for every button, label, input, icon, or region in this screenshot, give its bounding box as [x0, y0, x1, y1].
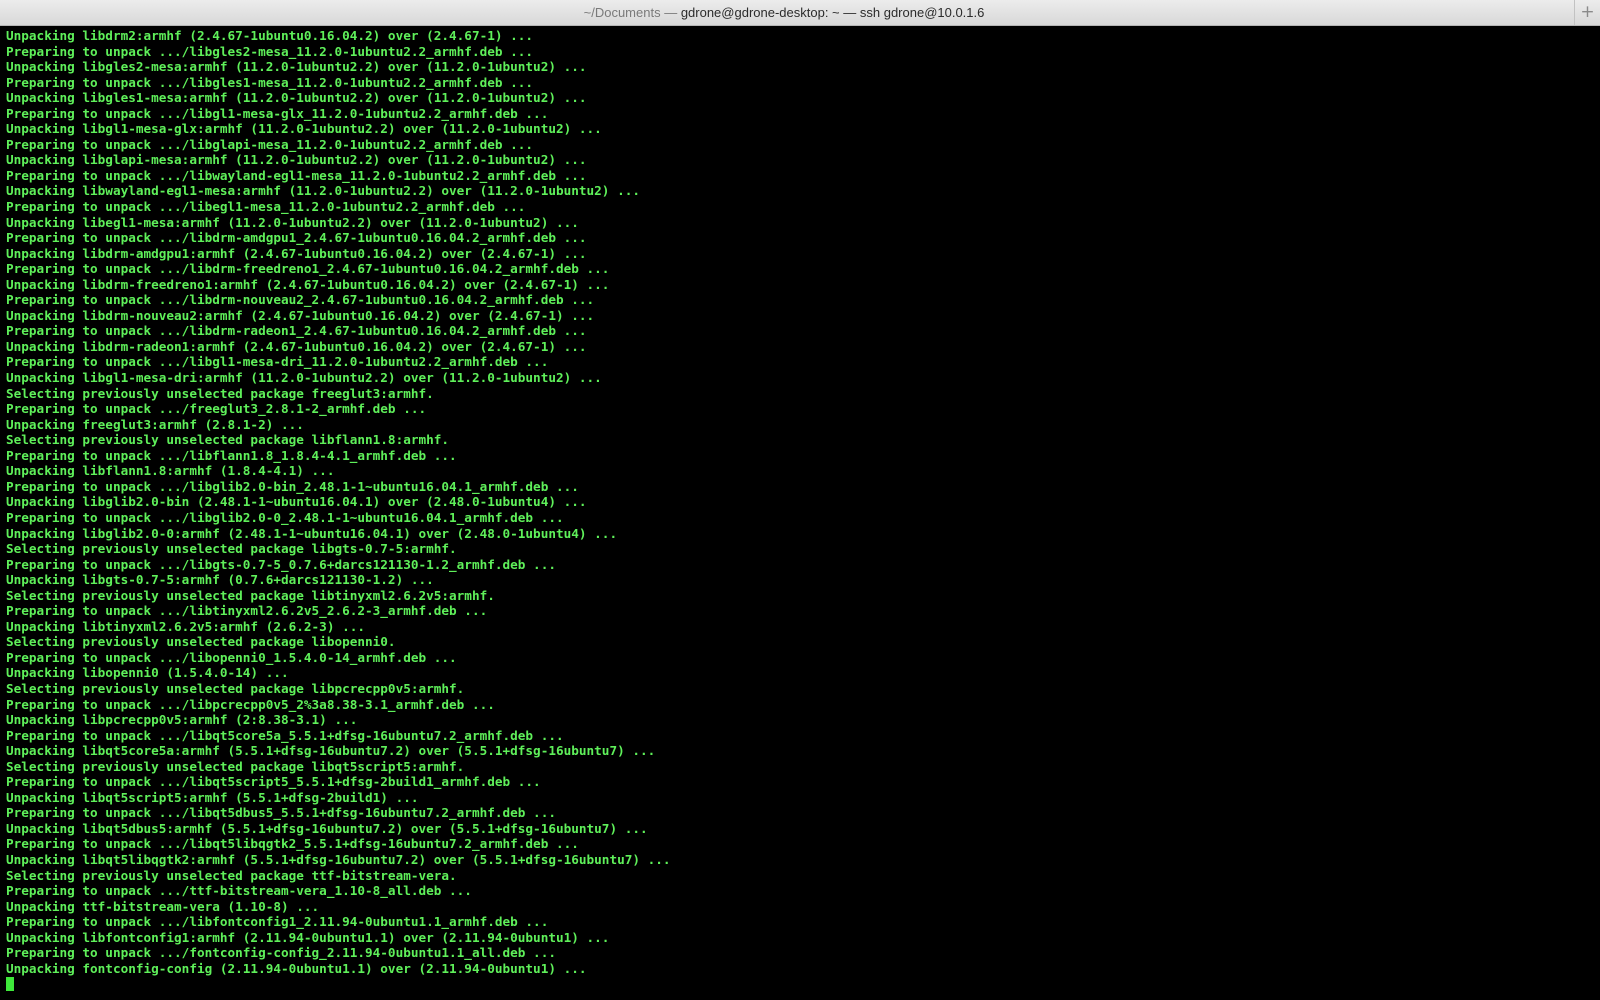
- terminal-line: Unpacking libdrm2:armhf (2.4.67-1ubuntu0…: [6, 28, 534, 43]
- terminal-output[interactable]: Unpacking libdrm2:armhf (2.4.67-1ubuntu0…: [6, 28, 1596, 996]
- terminal-line: Preparing to unpack .../libdrm-radeon1_2…: [6, 323, 587, 339]
- text-cursor: [6, 977, 14, 992]
- terminal-line: Preparing to unpack .../libdrm-freedreno…: [6, 261, 610, 277]
- terminal-line: Unpacking libqt5dbus5:armhf (5.5.1+dfsg-…: [6, 820, 648, 836]
- terminal-line: Preparing to unpack .../libopenni0_1.5.4…: [6, 649, 457, 665]
- terminal-line: Unpacking libdrm-radeon1:armhf (2.4.67-1…: [6, 338, 587, 354]
- terminal-lines: Unpacking libdrm2:armhf (2.4.67-1ubuntu0…: [6, 28, 1596, 976]
- terminal-line: Preparing to unpack .../ttf-bitstream-ve…: [6, 883, 472, 899]
- terminal-line: Preparing to unpack .../libgles1-mesa_11…: [6, 74, 534, 90]
- terminal-line: Preparing to unpack .../libqt5dbus5_5.5.…: [6, 805, 556, 821]
- terminal-line: Unpacking ttf-bitstream-vera (1.10-8) ..…: [6, 898, 320, 914]
- terminal-line: Unpacking libgl1-mesa-glx:armhf (11.2.0-…: [6, 121, 602, 137]
- terminal-line: Unpacking fontconfig-config (2.11.94-0ub…: [6, 960, 587, 976]
- terminal-line: Unpacking libegl1-mesa:armhf (11.2.0-1ub…: [6, 214, 579, 230]
- terminal-line: Unpacking libdrm-amdgpu1:armhf (2.4.67-1…: [6, 245, 587, 261]
- terminal-line: Preparing to unpack .../libfontconfig1_2…: [6, 914, 549, 930]
- terminal-line: Unpacking libgles1-mesa:armhf (11.2.0-1u…: [6, 90, 587, 106]
- terminal-line: Preparing to unpack .../libwayland-egl1-…: [6, 167, 587, 183]
- terminal-line: Preparing to unpack .../libqt5script5_5.…: [6, 774, 541, 790]
- terminal-line: Selecting previously unselected package …: [6, 867, 457, 883]
- terminal-line: Preparing to unpack .../libgles2-mesa_11…: [6, 43, 534, 59]
- terminal-line: Unpacking libgts-0.7-5:armhf (0.7.6+darc…: [6, 572, 434, 588]
- terminal-line: Preparing to unpack .../freeglut3_2.8.1-…: [6, 401, 427, 417]
- terminal-line: Unpacking libpcrecpp0v5:armhf (2:8.38-3.…: [6, 712, 358, 728]
- terminal-line: Unpacking libfontconfig1:armhf (2.11.94-…: [6, 929, 610, 945]
- terminal-line: Preparing to unpack .../libflann1.8_1.8.…: [6, 447, 457, 463]
- plus-icon: +: [1580, 2, 1595, 22]
- terminal-line: Unpacking libdrm-nouveau2:armhf (2.4.67-…: [6, 307, 595, 323]
- terminal-line: Unpacking libqt5script5:armhf (5.5.1+dfs…: [6, 789, 419, 805]
- terminal-line: Unpacking libqt5core5a:armhf (5.5.1+dfsg…: [6, 743, 656, 759]
- terminal-line: Unpacking libopenni0 (1.5.4.0-14) ...: [6, 665, 289, 681]
- terminal-line: Unpacking freeglut3:armhf (2.8.1-2) ...: [6, 416, 304, 432]
- terminal-line: Unpacking libglib2.0-0:armhf (2.48.1-1~u…: [6, 525, 618, 541]
- terminal-line: Preparing to unpack .../fontconfig-confi…: [6, 945, 556, 961]
- title-bar[interactable]: ~/Documents — gdrone@gdrone-desktop: ~ —…: [0, 0, 1600, 26]
- terminal-line: Preparing to unpack .../libpcrecpp0v5_2%…: [6, 696, 495, 712]
- terminal-line: Preparing to unpack .../libegl1-mesa_11.…: [6, 199, 526, 215]
- terminal-window: ~/Documents — gdrone@gdrone-desktop: ~ —…: [0, 0, 1600, 1000]
- terminal-line: Unpacking libgles2-mesa:armhf (11.2.0-1u…: [6, 59, 587, 75]
- terminal-line: Preparing to unpack .../libgts-0.7-5_0.7…: [6, 556, 556, 572]
- terminal-line: Selecting previously unselected package …: [6, 634, 396, 650]
- terminal-line: Unpacking libgl1-mesa-dri:armhf (11.2.0-…: [6, 370, 602, 386]
- window-title: ~/Documents — gdrone@gdrone-desktop: ~ —…: [0, 0, 1568, 25]
- window-title-path: ~/Documents —: [583, 5, 681, 20]
- terminal-line: Preparing to unpack .../libdrm-nouveau2_…: [6, 292, 595, 308]
- terminal-line: Selecting previously unselected package …: [6, 680, 465, 696]
- terminal-line: Selecting previously unselected package …: [6, 432, 450, 448]
- terminal-line: Unpacking libglapi-mesa:armhf (11.2.0-1u…: [6, 152, 587, 168]
- window-title-host: gdrone@gdrone-desktop: ~ — ssh gdrone@10…: [680, 5, 985, 20]
- terminal-line: Preparing to unpack .../libqt5libqgtk2_5…: [6, 836, 579, 852]
- terminal-line: Preparing to unpack .../libgl1-mesa-glx_…: [6, 105, 549, 121]
- terminal-line: Preparing to unpack .../libglib2.0-bin_2…: [6, 478, 579, 494]
- terminal-line: Unpacking libtinyxml2.6.2v5:armhf (2.6.2…: [6, 618, 366, 634]
- terminal-line: Selecting previously unselected package …: [6, 385, 434, 401]
- terminal-line: Selecting previously unselected package …: [6, 587, 495, 603]
- terminal-line: Preparing to unpack .../libgl1-mesa-dri_…: [6, 354, 549, 370]
- terminal-line: Preparing to unpack .../libtinyxml2.6.2v…: [6, 603, 488, 619]
- new-tab-button[interactable]: +: [1574, 0, 1600, 25]
- terminal-line: Preparing to unpack .../libglapi-mesa_11…: [6, 136, 534, 152]
- terminal-line: Unpacking libglib2.0-bin (2.48.1-1~ubunt…: [6, 494, 587, 510]
- terminal-line: Unpacking libqt5libqgtk2:armhf (5.5.1+df…: [6, 851, 671, 867]
- terminal-line: Preparing to unpack .../libqt5core5a_5.5…: [6, 727, 564, 743]
- terminal-line: Unpacking libdrm-freedreno1:armhf (2.4.6…: [6, 276, 610, 292]
- terminal-line: Unpacking libflann1.8:armhf (1.8.4-4.1) …: [6, 463, 335, 479]
- terminal-line: Selecting previously unselected package …: [6, 758, 465, 774]
- terminal-line: Preparing to unpack .../libdrm-amdgpu1_2…: [6, 230, 587, 246]
- terminal-line: Selecting previously unselected package …: [6, 541, 457, 557]
- terminal-line: Unpacking libwayland-egl1-mesa:armhf (11…: [6, 183, 640, 199]
- terminal-line: Preparing to unpack .../libglib2.0-0_2.4…: [6, 509, 564, 525]
